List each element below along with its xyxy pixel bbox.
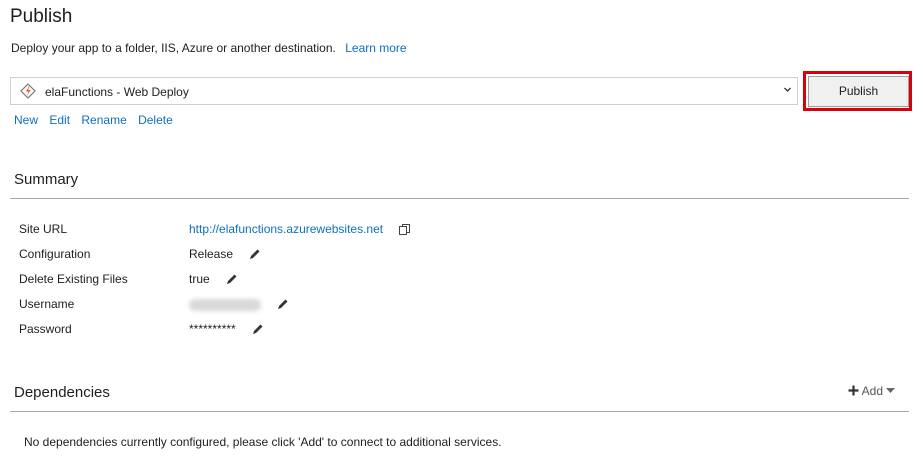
add-label: Add: [861, 384, 884, 398]
dependencies-divider: [10, 411, 909, 412]
summary-divider: [10, 198, 909, 199]
password-row: **********: [189, 322, 264, 336]
selected-profile-label: elaFunctions - Web Deploy: [45, 85, 189, 99]
password-label: Password: [19, 322, 72, 336]
edit-username-pencil-icon[interactable]: [276, 298, 289, 311]
username-label: Username: [19, 297, 75, 311]
delete-existing-files-value: true: [189, 272, 210, 286]
page-title: Publish: [10, 6, 73, 27]
page-subtitle: Deploy your app to a folder, IIS, Azure …: [11, 41, 407, 55]
username-redacted-value: [189, 298, 261, 311]
copy-icon[interactable]: [398, 223, 411, 236]
delete-existing-files-label: Delete Existing Files: [19, 272, 128, 286]
web-deploy-icon: [20, 83, 36, 99]
site-url-label: Site URL: [19, 222, 68, 236]
rename-profile-link[interactable]: Rename: [81, 113, 126, 127]
chevron-down-icon: [784, 87, 791, 92]
edit-password-pencil-icon[interactable]: [251, 323, 264, 336]
configuration-value: Release: [189, 247, 234, 261]
learn-more-link[interactable]: Learn more: [345, 41, 406, 55]
username-row: [189, 297, 289, 311]
profile-actions: New Edit Rename Delete: [14, 113, 181, 127]
edit-profile-link[interactable]: Edit: [49, 113, 70, 127]
delete-profile-link[interactable]: Delete: [138, 113, 173, 127]
plus-icon: [848, 385, 859, 396]
caret-down-icon: [886, 388, 896, 393]
edit-configuration-pencil-icon[interactable]: [248, 248, 261, 261]
site-url-link[interactable]: http://elafunctions.azurewebsites.net: [189, 222, 383, 236]
delete-existing-files-row: true: [189, 272, 238, 286]
edit-delete-files-pencil-icon[interactable]: [225, 273, 238, 286]
no-dependencies-message: No dependencies currently configured, pl…: [24, 435, 502, 449]
configuration-row: Release: [189, 247, 261, 261]
dependencies-heading: Dependencies: [14, 384, 110, 401]
configuration-label: Configuration: [19, 247, 91, 261]
subtitle-text: Deploy your app to a folder, IIS, Azure …: [11, 41, 336, 55]
publish-profile-dropdown[interactable]: elaFunctions - Web Deploy: [10, 77, 798, 105]
new-profile-link[interactable]: New: [14, 113, 38, 127]
summary-heading: Summary: [14, 171, 79, 188]
add-dependency-button[interactable]: Add: [848, 384, 896, 398]
publish-button[interactable]: Publish: [808, 76, 909, 107]
password-value: **********: [189, 322, 236, 336]
site-url-row: http://elafunctions.azurewebsites.net: [189, 222, 411, 236]
